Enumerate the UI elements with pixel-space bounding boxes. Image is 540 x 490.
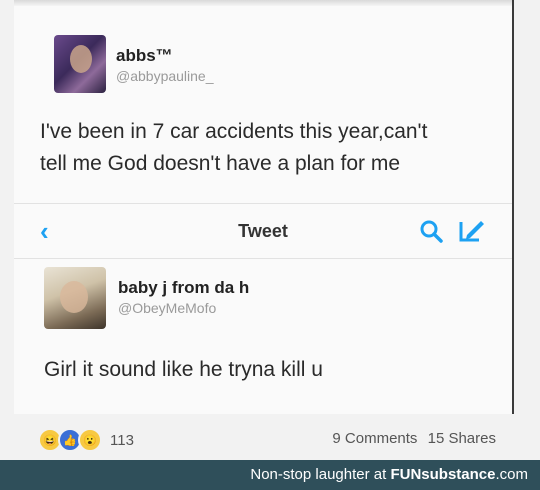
banner-text[interactable]: Non-stop laughter at FUNsubstance.com [250,466,528,483]
user-handle[interactable]: @abbypauline_ [116,68,214,84]
banner-suffix: .com [495,466,528,483]
avatar[interactable] [54,35,106,93]
tweet-text-line-2: tell me God doesn't have a plan for me [40,152,401,175]
previous-content-edge [14,0,512,6]
reactions-summary[interactable]: 😆 👍 😮 113 [38,428,134,452]
tweet-text: Girl it sound like he tryna kill u [44,358,323,381]
phone-screen: abbs™ @abbypauline_ I've been in 7 car a… [14,0,514,414]
avatar[interactable] [44,267,106,329]
watermark-banner: Non-stop laughter at FUNsubstance.com [0,460,540,490]
user-handle[interactable]: @ObeyMeMofo [118,300,216,316]
screenshot-frame: abbs™ @abbypauline_ I've been in 7 car a… [0,0,540,460]
post-footer: 😆 👍 😮 113 9 Comments 15 Shares [0,414,540,460]
banner-brand: FUNsubstance [390,466,496,483]
wow-reaction-icon: 😮 [78,428,102,452]
compose-icon[interactable] [458,218,486,244]
tweet-navbar: ‹ Tweet [14,203,512,259]
display-name[interactable]: baby j from da h [118,278,249,298]
shares-link[interactable]: 15 Shares [428,430,496,447]
search-icon[interactable] [418,218,444,244]
reaction-count: 113 [110,431,134,449]
display-name[interactable]: abbs™ [116,46,173,66]
post-stats: 9 Comments 15 Shares [326,430,496,447]
comments-link[interactable]: 9 Comments [332,430,417,447]
tweet-text-line-1: I've been in 7 car accidents this year,c… [40,120,428,143]
banner-prefix: Non-stop laughter at [250,466,391,483]
